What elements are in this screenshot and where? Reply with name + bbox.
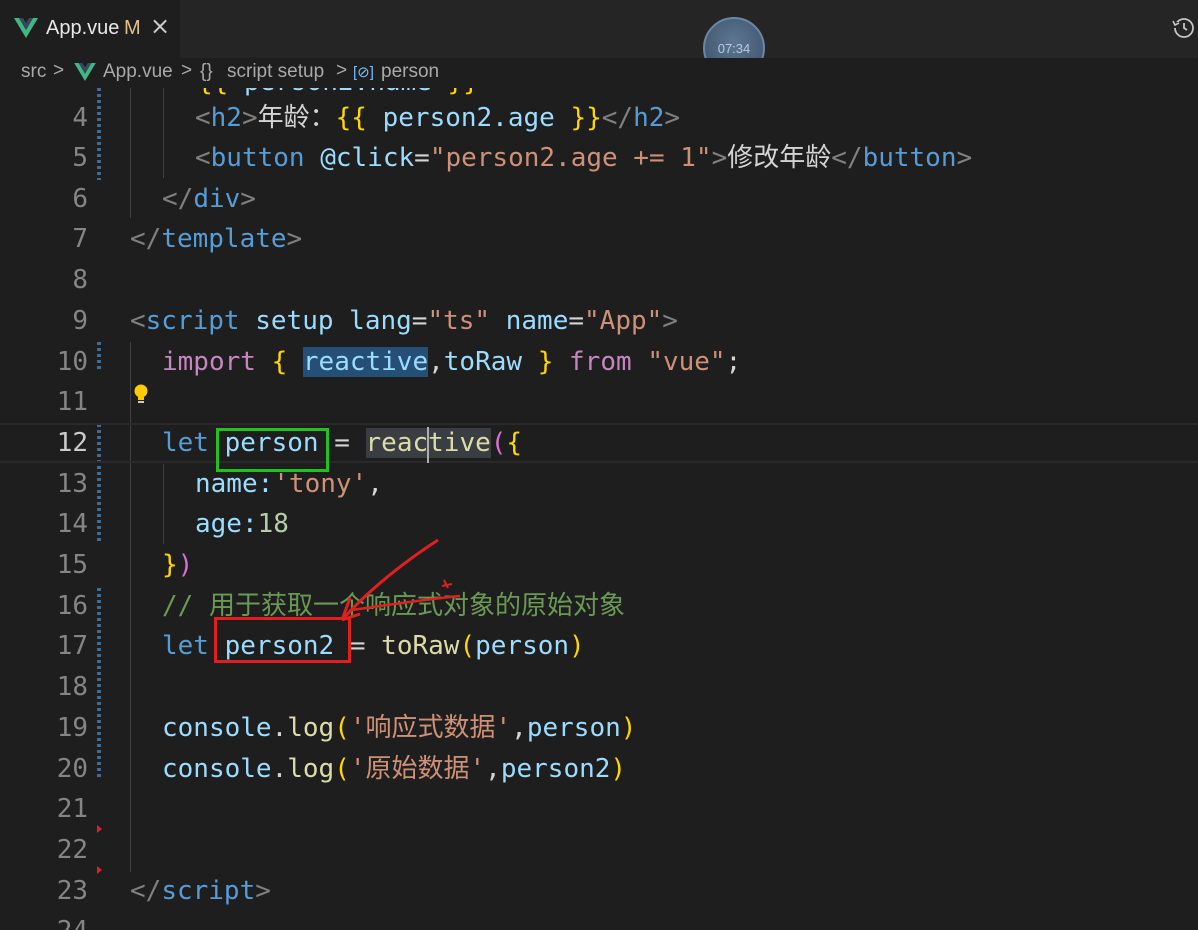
code-text: </template> xyxy=(130,224,303,254)
red-arrow-annotation xyxy=(340,538,461,622)
vue-logo-icon xyxy=(74,63,96,81)
line-number: 13 xyxy=(56,469,88,499)
code-line: 11 xyxy=(0,382,1198,422)
code-line: 7 </template> xyxy=(0,219,1198,259)
code-line: 5 <button @click="person2.age += 1">修改年龄… xyxy=(0,138,1198,178)
line-number: 16 xyxy=(56,591,88,621)
code-text: import { reactive,toRaw } from "vue"; xyxy=(162,347,742,377)
code-line: 19 console.log('响应式数据',person) xyxy=(0,708,1198,748)
line-number: 5 xyxy=(72,143,88,173)
code-line: 13 name:'tony', xyxy=(0,464,1198,504)
breadcrumb-file[interactable]: App.vue xyxy=(103,61,173,83)
line-number: 22 xyxy=(56,835,88,865)
braces-icon: {} xyxy=(200,61,213,82)
code-line: 6 </div> xyxy=(0,179,1198,219)
code-line: 18 xyxy=(0,667,1198,707)
code-line: 15 }) xyxy=(0,545,1198,585)
code-text: age:18 xyxy=(195,509,289,539)
line-number: 14 xyxy=(56,509,88,539)
line-number: 7 xyxy=(72,224,88,254)
breadcrumb: src > App.vue > {} script setup > [⊘] pe… xyxy=(0,58,1198,88)
breadcrumb-section[interactable]: script setup xyxy=(227,61,324,83)
line-number: 19 xyxy=(56,713,88,743)
variable-icon: [⊘] xyxy=(353,64,374,81)
code-text: </script> xyxy=(130,876,271,906)
line-number: 15 xyxy=(56,550,88,580)
code-line: 24 xyxy=(0,911,1198,930)
code-line: 16 // 用于获取一个响应式对象的原始对象 xyxy=(0,586,1198,626)
code-text: console.log('响应式数据',person) xyxy=(162,713,637,743)
code-text: </div> xyxy=(162,184,256,214)
line-number: 24 xyxy=(0,911,88,930)
code-text: <button @click="person2.age += 1">修改年龄</… xyxy=(195,143,973,173)
line-number: 6 xyxy=(72,184,88,214)
line-number: 17 xyxy=(56,631,88,661)
code-line: 14 age:18 xyxy=(0,504,1198,544)
code-text: <h2>年龄：{{ person2.age }}</h2> xyxy=(195,103,681,133)
breadcrumb-src[interactable]: src xyxy=(21,61,46,83)
code-line: 9 <script setup lang="ts" name="App"> xyxy=(0,301,1198,341)
tab-title: App.vue xyxy=(46,17,120,39)
breadcrumb-separator: > xyxy=(53,60,65,81)
text-cursor xyxy=(427,427,429,463)
line-number: 18 xyxy=(56,672,88,702)
vue-logo-icon xyxy=(14,18,38,38)
code-line: 21 xyxy=(0,789,1198,829)
line-number: 21 xyxy=(56,794,88,824)
close-icon[interactable]: × xyxy=(150,12,170,40)
code-line: 8 xyxy=(0,260,1198,300)
tab-bar: App.vue M × 07:34 xyxy=(0,0,1198,79)
line-number: 9 xyxy=(72,306,88,336)
line-number: 10 xyxy=(56,347,88,377)
tab-modified-indicator: M xyxy=(124,17,141,39)
line-number: 11 xyxy=(56,387,88,417)
code-text: }) xyxy=(162,550,194,580)
code-text: <script setup lang="ts" name="App"> xyxy=(130,306,678,336)
breadcrumb-separator: > xyxy=(181,60,193,81)
code-line: 4 <h2>年龄：{{ person2.age }}</h2> xyxy=(0,98,1198,138)
code-editor[interactable]: {{ person2.name }} 4 <h2>年龄：{{ person2.a… xyxy=(0,88,1198,930)
code-line: 23 </script> xyxy=(0,871,1198,911)
code-line-current: 12 let person = reactive({ xyxy=(0,423,1198,463)
tab-app-vue[interactable]: App.vue M × xyxy=(0,0,180,58)
lightbulb-icon[interactable] xyxy=(132,383,150,405)
history-icon[interactable] xyxy=(1172,16,1196,40)
line-number: 4 xyxy=(72,103,88,133)
code-line: 22 xyxy=(0,830,1198,870)
breadcrumb-separator: > xyxy=(336,60,348,81)
breadcrumb-symbol[interactable]: person xyxy=(381,61,439,83)
line-number: 8 xyxy=(72,265,88,295)
code-text: name:'tony', xyxy=(195,469,383,499)
line-number: 20 xyxy=(56,754,88,784)
code-line: 17 let person2 = toRaw(person) xyxy=(0,626,1198,666)
line-number: 23 xyxy=(56,876,88,906)
line-number: 12 xyxy=(56,428,88,458)
code-line: 20 console.log('原始数据',person2) xyxy=(0,749,1198,789)
code-line: 10 import { reactive,toRaw } from "vue"; xyxy=(0,342,1198,382)
code-text: console.log('原始数据',person2) xyxy=(162,754,627,784)
